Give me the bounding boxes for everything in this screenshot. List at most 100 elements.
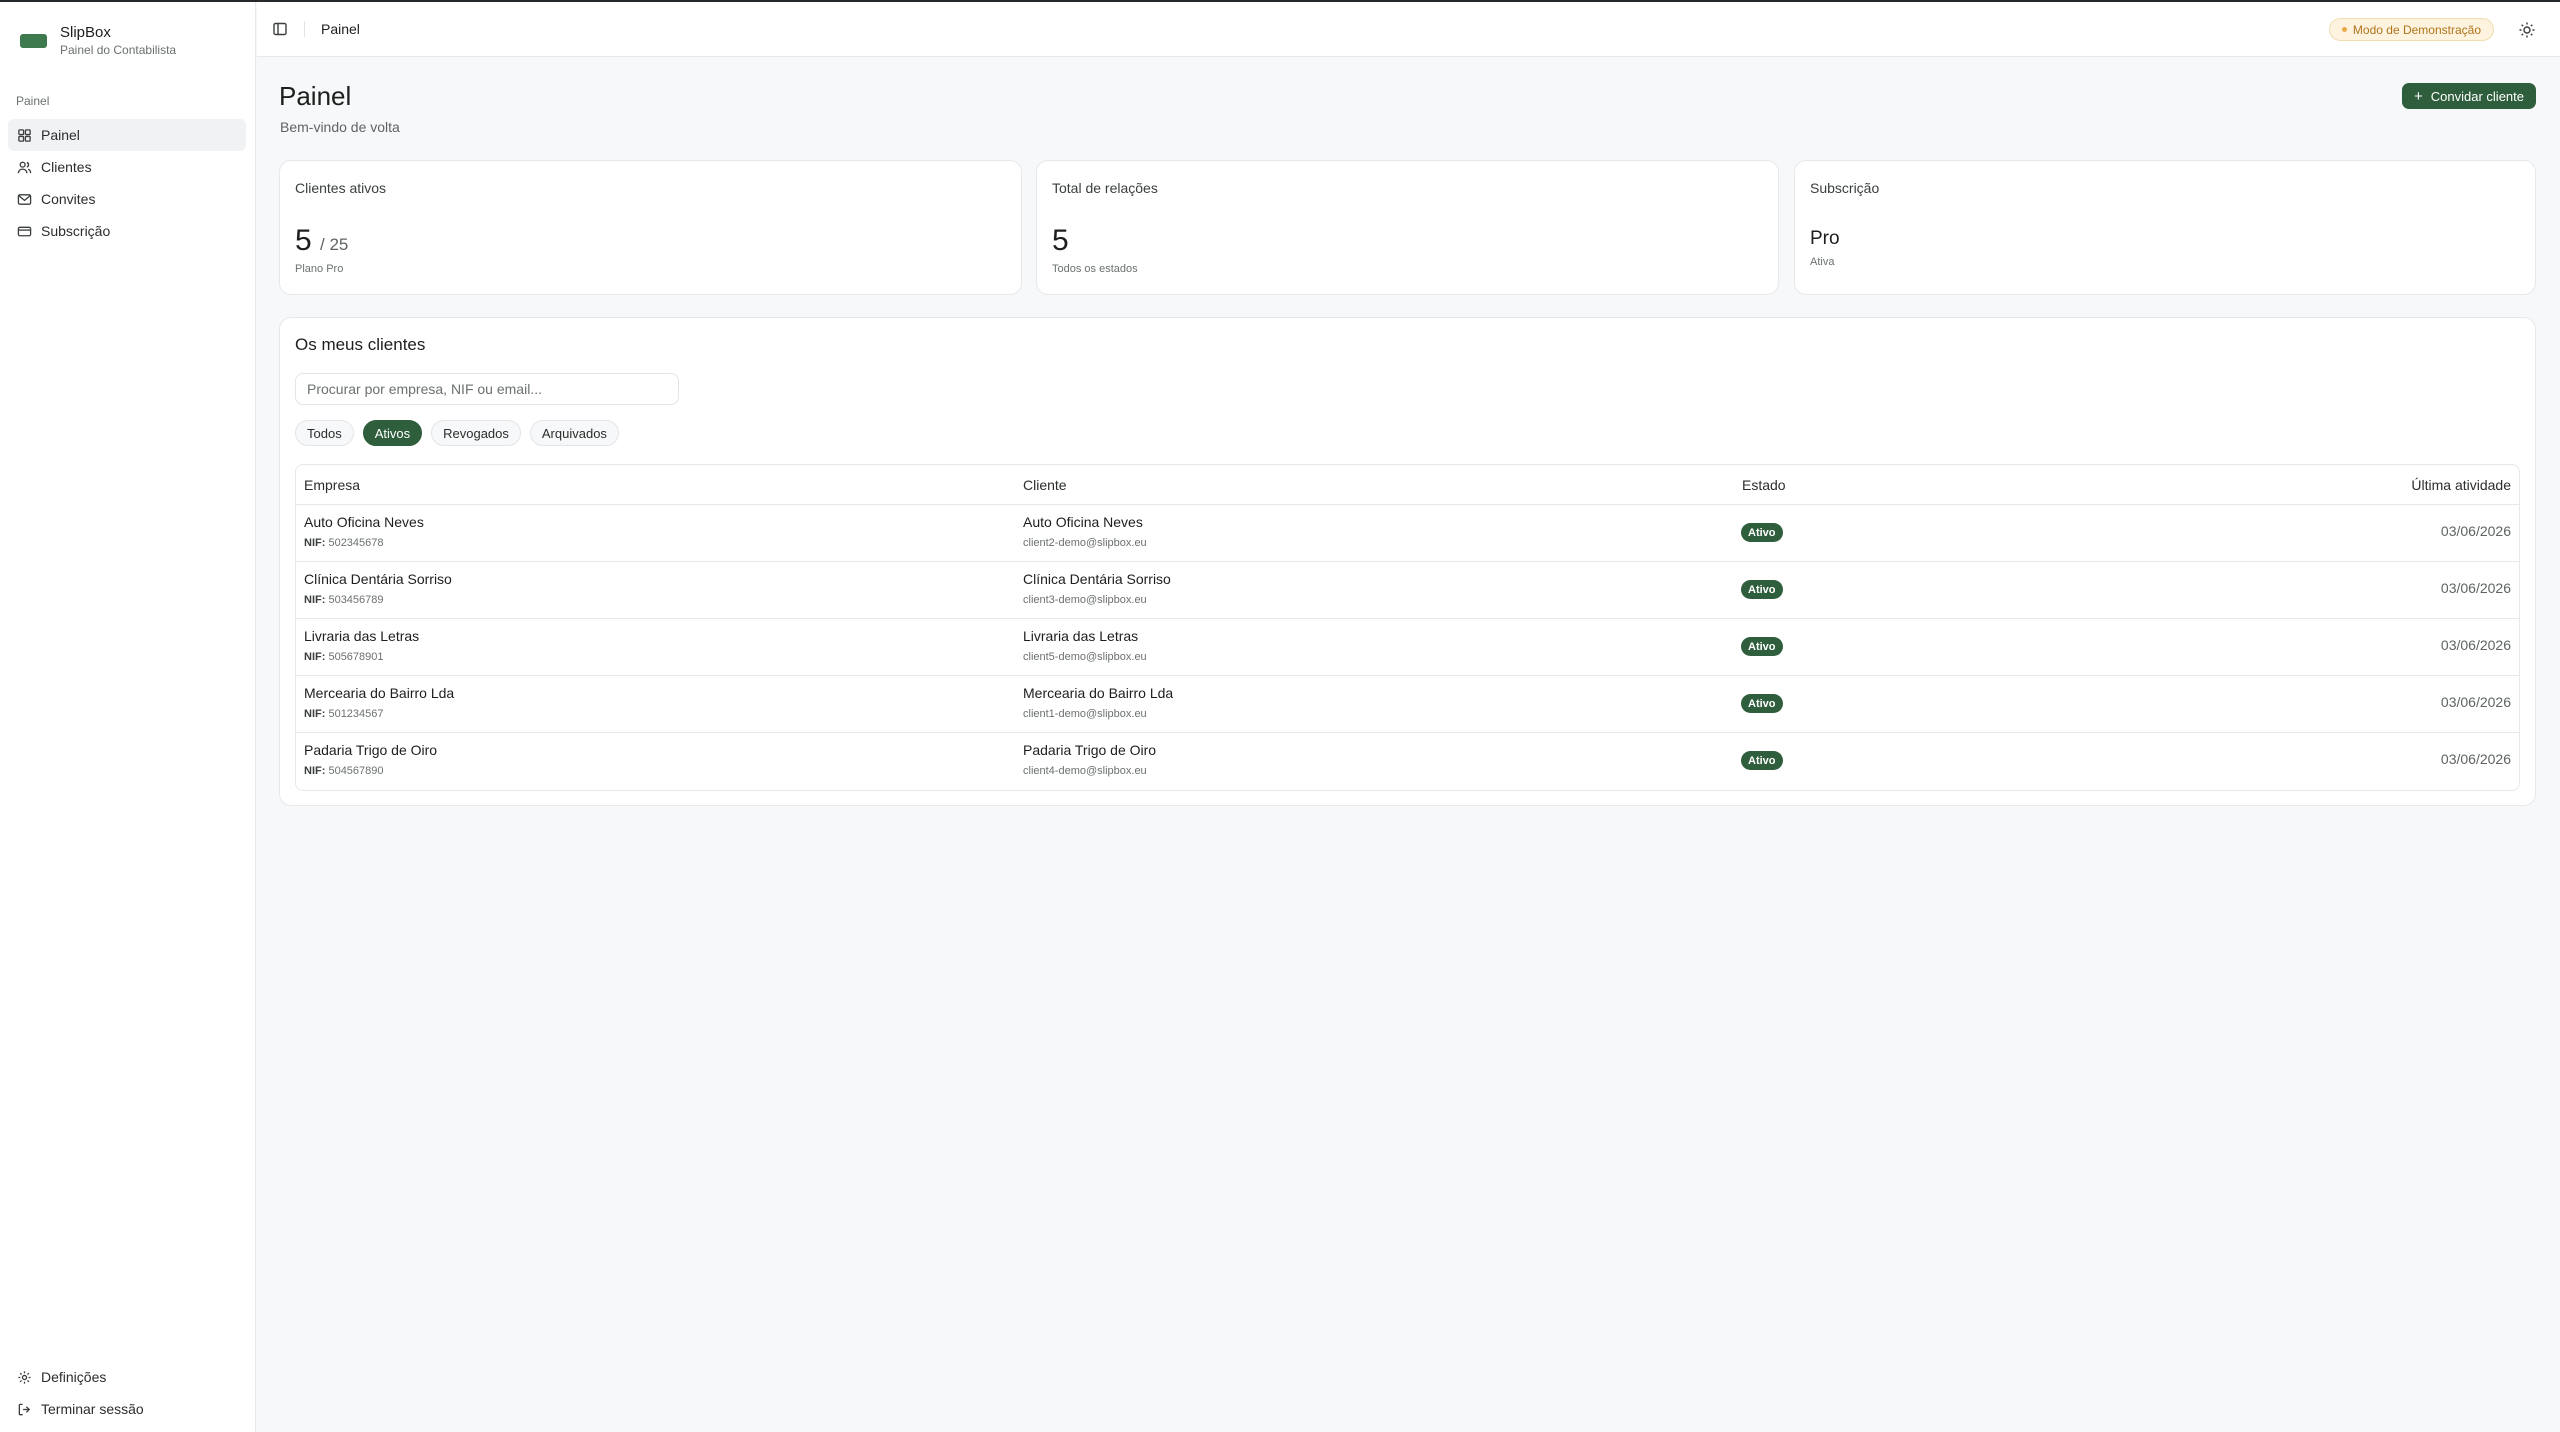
client-email: client2-demo@slipbox.eu <box>1023 537 1147 549</box>
sidebar-nav: Painel Clientes Convites Subscrição <box>8 119 246 247</box>
sidebar-item-label: Subscrição <box>41 223 111 239</box>
sidebar-item-convites[interactable]: Convites <box>8 183 246 215</box>
top-bar: Painel Modo de Demonstração <box>257 2 2560 57</box>
sidebar-item-label: Definições <box>41 1369 107 1385</box>
client-name: Auto Oficina Neves <box>1023 514 1143 530</box>
company-nif: NIF: 504567890 <box>304 765 384 777</box>
table-row[interactable]: Padaria Trigo de Oiro NIF: 504567890 Pad… <box>296 733 2519 790</box>
last-activity-date: 03/06/2026 <box>2440 637 2511 653</box>
mail-icon <box>17 192 32 207</box>
card-label: Total de relações <box>1052 180 1158 196</box>
sidebar-item-clientes[interactable]: Clientes <box>8 151 246 183</box>
sidebar-item-logout[interactable]: Terminar sessão <box>8 1393 246 1425</box>
client-name: Mercearia do Bairro Lda <box>1023 685 1174 701</box>
grid-icon <box>17 128 32 143</box>
sidebar-item-label: Clientes <box>41 159 92 175</box>
card-footnote: Plano Pro <box>295 263 344 275</box>
sidebar-footer: Definições Terminar sessão <box>8 1361 246 1425</box>
table-row[interactable]: Livraria das Letras NIF: 505678901 Livra… <box>296 619 2519 676</box>
subscription-card: Subscrição Pro Ativa <box>1794 160 2536 295</box>
company-nif: NIF: 502345678 <box>304 537 384 549</box>
nif-label: NIF: <box>304 765 326 777</box>
status-badge: Ativo <box>1741 580 1783 599</box>
brand-subtitle: Painel do Contabilista <box>60 43 177 57</box>
divider <box>304 21 305 37</box>
last-activity-date: 03/06/2026 <box>2440 523 2511 539</box>
sidebar-item-label: Convites <box>41 191 96 207</box>
client-email: client4-demo@slipbox.eu <box>1023 765 1147 777</box>
active-clients-card: Clientes ativos 5 / 25 Plano Pro <box>279 160 1022 295</box>
client-email: client5-demo@slipbox.eu <box>1023 651 1147 663</box>
filter-arquivados[interactable]: Arquivados <box>529 420 619 446</box>
table-row[interactable]: Mercearia do Bairro Lda NIF: 501234567 M… <box>296 676 2519 733</box>
company-name: Padaria Trigo de Oiro <box>304 742 438 758</box>
table-row[interactable]: Auto Oficina Neves NIF: 502345678 Auto O… <box>296 505 2519 562</box>
card-label: Subscrição <box>1810 180 1880 196</box>
status-badge: Ativo <box>1741 751 1783 770</box>
nif-value: 503456789 <box>328 594 384 606</box>
brand-name: SlipBox <box>60 24 111 41</box>
filter-revogados[interactable]: Revogados <box>431 420 521 446</box>
demo-mode-badge: Modo de Demonstração <box>2328 18 2494 41</box>
active-clients-max: / 25 <box>320 235 349 254</box>
active-clients-count: 5 <box>295 224 312 257</box>
company-name: Auto Oficina Neves <box>304 514 424 530</box>
nif-value: 505678901 <box>328 651 384 663</box>
credit-card-icon <box>17 224 32 239</box>
client-name: Clínica Dentária Sorriso <box>1023 571 1171 587</box>
table-header: Empresa Cliente Estado Última atividade <box>296 465 2519 505</box>
sidebar-item-label: Painel <box>41 127 80 143</box>
clients-table: Empresa Cliente Estado Última atividade … <box>295 464 2520 791</box>
invite-client-label: Convidar cliente <box>2430 88 2524 104</box>
nif-value: 501234567 <box>328 708 384 720</box>
column-header-client[interactable]: Cliente <box>1023 477 1067 493</box>
card-value: 5 / 25 <box>295 224 348 258</box>
status-badge: Ativo <box>1741 694 1783 713</box>
last-activity-date: 03/06/2026 <box>2440 580 2511 596</box>
sidebar-item-definicoes[interactable]: Definições <box>8 1361 246 1393</box>
nif-label: NIF: <box>304 594 326 606</box>
client-name: Padaria Trigo de Oiro <box>1023 742 1157 758</box>
filter-tabs: Todos Ativos Revogados Arquivados <box>295 420 628 446</box>
column-header-last-activity[interactable]: Última atividade <box>2411 477 2511 493</box>
company-nif: NIF: 503456789 <box>304 594 384 606</box>
card-value: Pro <box>1810 228 1840 249</box>
gear-icon <box>17 1370 32 1385</box>
company-nif: NIF: 505678901 <box>304 651 384 663</box>
demo-mode-label: Modo de Demonstração <box>2352 22 2481 37</box>
last-activity-date: 03/06/2026 <box>2440 694 2511 710</box>
company-nif: NIF: 501234567 <box>304 708 384 720</box>
card-value: 5 <box>1052 224 1069 257</box>
logout-icon <box>17 1402 32 1417</box>
client-name: Livraria das Letras <box>1023 628 1139 644</box>
card-label: Clientes ativos <box>295 180 387 196</box>
column-header-status[interactable]: Estado <box>1742 477 1786 493</box>
sun-icon[interactable] <box>2518 21 2536 39</box>
nif-value: 504567890 <box>328 765 384 777</box>
sidebar: SlipBox Painel do Contabilista Painel Pa… <box>0 2 256 1432</box>
column-header-company[interactable]: Empresa <box>304 477 360 493</box>
sidebar-item-subscricao[interactable]: Subscrição <box>8 215 246 247</box>
plus-icon: + <box>2414 87 2423 105</box>
invite-client-button[interactable]: + Convidar cliente <box>2402 83 2536 109</box>
nif-label: NIF: <box>304 537 326 549</box>
client-email: client1-demo@slipbox.eu <box>1023 708 1147 720</box>
company-name: Mercearia do Bairro Lda <box>304 685 455 701</box>
sidebar-item-label: Terminar sessão <box>41 1401 144 1417</box>
table-row[interactable]: Clínica Dentária Sorriso NIF: 503456789 … <box>296 562 2519 619</box>
sidebar-item-painel[interactable]: Painel <box>8 119 246 151</box>
status-badge: Ativo <box>1741 523 1783 542</box>
client-email: client3-demo@slipbox.eu <box>1023 594 1147 606</box>
nif-value: 502345678 <box>328 537 384 549</box>
brand[interactable]: SlipBox Painel do Contabilista <box>20 24 176 58</box>
company-name: Livraria das Letras <box>304 628 420 644</box>
sidebar-toggle-icon[interactable] <box>272 21 288 37</box>
card-footnote: Todos os estados <box>1052 263 1138 275</box>
filter-todos[interactable]: Todos <box>295 420 354 446</box>
my-clients-panel: Os meus clientes Todos Ativos Revogados … <box>279 317 2536 806</box>
search-input[interactable] <box>295 373 679 405</box>
nif-label: NIF: <box>304 651 326 663</box>
nif-label: NIF: <box>304 708 326 720</box>
filter-ativos[interactable]: Ativos <box>362 420 423 446</box>
breadcrumb: Painel <box>321 21 360 37</box>
